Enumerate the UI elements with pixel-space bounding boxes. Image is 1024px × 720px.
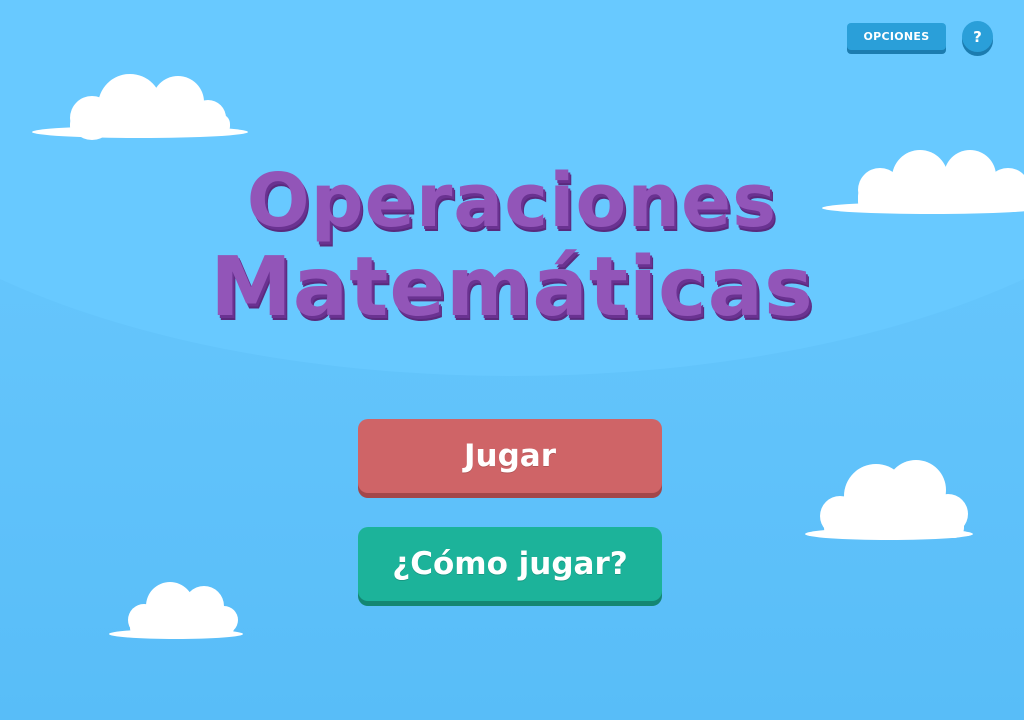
game-title-line1: Operaciones [246, 158, 778, 244]
how-to-play-button[interactable]: ¿Cómo jugar? [358, 527, 662, 601]
options-button[interactable]: OPCIONES [847, 23, 946, 50]
game-title-line2: Matemáticas [210, 240, 814, 335]
help-button[interactable]: ? [962, 21, 993, 52]
cloud-middle-right [805, 460, 973, 540]
cloud-bottom-left [109, 582, 243, 639]
cloud-top-left [32, 74, 248, 140]
play-button[interactable]: Jugar [358, 419, 662, 493]
sky-background [0, 0, 1024, 720]
